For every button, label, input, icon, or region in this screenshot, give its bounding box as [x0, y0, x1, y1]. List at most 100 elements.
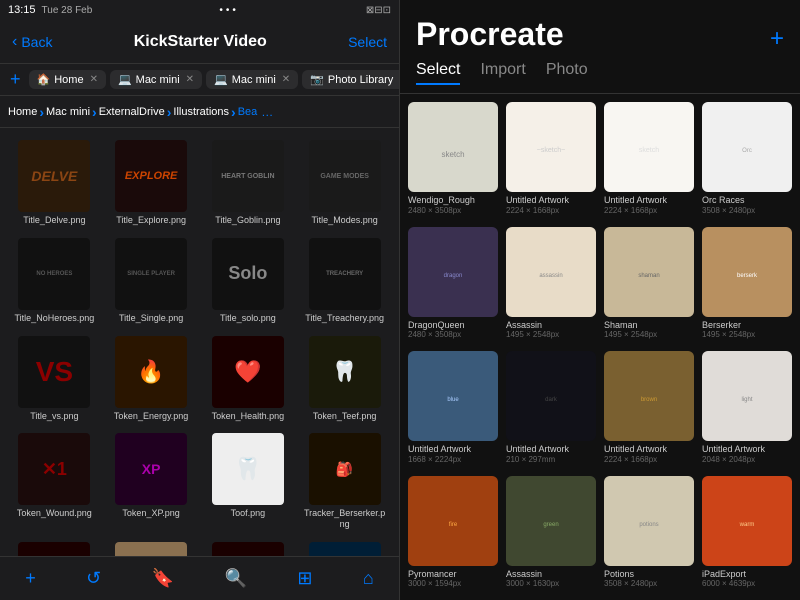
file-name: Title_Treachery.png — [305, 313, 384, 324]
artwork-item[interactable]: brown Untitled Artwork 2224 × 1668px — [604, 351, 694, 468]
list-item[interactable]: 🔥 Token_Energy.png — [105, 332, 198, 426]
tab-home[interactable]: 🏠 Home ✕ — [29, 70, 106, 89]
right-panel: Procreate + Select Import Photo sketch W… — [400, 0, 800, 600]
tab-photo[interactable]: Photo — [546, 61, 588, 85]
list-item[interactable]: 🦷 Toof.png — [202, 429, 295, 534]
breadcrumb-bea[interactable]: Bea — [238, 106, 258, 118]
list-item[interactable]: 🎒 Tracker_Berserker.png — [298, 429, 391, 534]
artwork-dims: 3508 × 2480px — [604, 579, 694, 588]
breadcrumb-overflow-icon: … — [261, 105, 273, 119]
list-item[interactable]: HEART GOBLIN Title_Goblin.png — [202, 136, 295, 230]
artwork-dims: 3000 × 1630px — [506, 579, 596, 588]
list-item[interactable]: 🗺️ WorldMap.png — [105, 538, 198, 556]
bookmark-button[interactable]: 🔖 — [144, 560, 182, 597]
artwork-item[interactable]: light Untitled Artwork 2048 × 2048px — [702, 351, 792, 468]
artwork-name: Orc Races — [702, 195, 792, 206]
list-item[interactable]: Solo Title_solo.png — [202, 234, 295, 328]
status-dots: ••• — [219, 5, 239, 16]
list-item[interactable]: DELVE Title_Delve.png — [8, 136, 101, 230]
mac-mini-1-label: Mac mini — [136, 74, 180, 86]
svg-text:light: light — [741, 397, 752, 403]
file-name: Title_Modes.png — [312, 215, 378, 226]
list-item[interactable]: NO HEROES Title_NoHeroes.png — [8, 234, 101, 328]
procreate-add-button[interactable]: + — [770, 25, 784, 53]
svg-text:warm: warm — [739, 522, 755, 528]
refresh-button[interactable]: ↺ — [78, 560, 109, 597]
svg-text:assassin: assassin — [539, 273, 562, 279]
home-button[interactable]: ⌂ — [355, 560, 382, 597]
tab-select[interactable]: Select — [416, 61, 460, 85]
list-item[interactable]: 🦷 Token_Teef.png — [298, 332, 391, 426]
artwork-dims: 3508 × 2480px — [702, 206, 792, 215]
artwork-item[interactable]: potions Potions 3508 × 2480px — [604, 476, 694, 593]
artwork-dims: 6000 × 4639px — [702, 579, 792, 588]
artwork-item[interactable]: assassin Assassin 1495 × 2548px — [506, 227, 596, 344]
tab-mac1-close-icon[interactable]: ✕ — [186, 74, 194, 85]
svg-text:fire: fire — [449, 522, 458, 528]
artwork-item[interactable]: fire Pyromancer 3000 × 1594px — [408, 476, 498, 593]
artwork-item[interactable]: warm iPadExport 6000 × 4639px — [702, 476, 792, 593]
artwork-item[interactable]: berserk Berserker 1495 × 2548px — [702, 227, 792, 344]
artwork-name: Shaman — [604, 320, 694, 331]
tab-mac-mini-1[interactable]: 💻 Mac mini ✕ — [110, 70, 202, 89]
list-item[interactable]: ❤️ Token_Health.png — [202, 332, 295, 426]
artwork-dims: 1495 × 2548px — [604, 330, 694, 339]
artwork-item[interactable]: green Assassin 3000 × 1630px — [506, 476, 596, 593]
procreate-grid: sketch Wendigo_Rough 2480 × 3508px ~sket… — [400, 94, 800, 600]
search-button[interactable]: 🔍 — [217, 560, 255, 597]
select-button[interactable]: Select — [348, 34, 387, 50]
artwork-item[interactable]: ~sketch~ Untitled Artwork 2224 × 1668px — [506, 102, 596, 219]
add-button[interactable]: + — [17, 560, 44, 597]
tab-add-button[interactable]: + — [6, 69, 25, 90]
list-item[interactable]: GAME MODES Title_Modes.png — [298, 136, 391, 230]
tab-mac2-close-icon[interactable]: ✕ — [282, 74, 290, 85]
list-item[interactable]: SINGLE PLAYER Title_Single.png — [105, 234, 198, 328]
list-item[interactable]: Ps Box Art.psd — [298, 538, 391, 556]
artwork-name: Potions — [604, 569, 694, 580]
artwork-item[interactable]: dragon DragonQueen 2480 × 3508px — [408, 227, 498, 344]
svg-text:shaman: shaman — [638, 273, 659, 279]
file-name: Token_XP.png — [122, 508, 179, 519]
tab-home-close-icon[interactable]: ✕ — [90, 74, 98, 85]
list-item[interactable]: ✕1 Token_Wound.png — [8, 429, 101, 534]
artwork-item[interactable]: dark Untitled Artwork 210 × 297mm — [506, 351, 596, 468]
back-button[interactable]: ‹ Back — [12, 33, 52, 51]
file-name: Title_Goblin.png — [215, 215, 280, 226]
svg-text:brown: brown — [641, 397, 657, 403]
list-item[interactable]: 🃏 Tracker_Card.png — [8, 538, 101, 556]
tab-photo-library[interactable]: 📷 Photo Library ✕ — [302, 70, 399, 89]
artwork-name: Assassin — [506, 569, 596, 580]
artwork-name: Untitled Artwork — [408, 444, 498, 455]
svg-text:~sketch~: ~sketch~ — [537, 147, 565, 154]
list-button[interactable]: ⊞ — [289, 560, 320, 597]
file-name: Tracker_Berserker.png — [302, 508, 387, 530]
left-panel: 13:15 Tue 28 Feb ••• ⊠⊟⊡ ‹ Back KickStar… — [0, 0, 400, 600]
tab-import[interactable]: Import — [480, 61, 525, 85]
mac-mini-1-icon: 💻 — [118, 73, 132, 86]
file-name: Token_Health.png — [212, 411, 285, 422]
artwork-item[interactable]: sketch Wendigo_Rough 2480 × 3508px — [408, 102, 498, 219]
artwork-dims: 2224 × 1668px — [604, 455, 694, 464]
artwork-item[interactable]: shaman Shaman 1495 × 2548px — [604, 227, 694, 344]
file-name: Title_Explore.png — [116, 215, 186, 226]
artwork-item[interactable]: blue Untitled Artwork 1668 × 2224px — [408, 351, 498, 468]
artwork-item[interactable]: Orc Orc Races 3508 × 2480px — [702, 102, 792, 219]
artwork-dims: 2480 × 3508px — [408, 206, 498, 215]
breadcrumb-illustrations[interactable]: Illustrations — [173, 106, 229, 118]
list-item[interactable]: ⚡ Wound.png — [202, 538, 295, 556]
breadcrumb-external[interactable]: ExternalDrive — [99, 106, 165, 118]
status-date: Tue 28 Feb — [42, 5, 93, 16]
list-item[interactable]: XP Token_XP.png — [105, 429, 198, 534]
photo-library-icon: 📷 — [310, 73, 324, 86]
photo-library-label: Photo Library — [328, 74, 393, 86]
tab-mac-mini-2[interactable]: 💻 Mac mini ✕ — [206, 70, 298, 89]
status-bar: 13:15 Tue 28 Feb ••• ⊠⊟⊡ — [0, 0, 399, 20]
file-name: Title_vs.png — [30, 411, 78, 422]
breadcrumb-home[interactable]: Home — [8, 106, 37, 118]
list-item[interactable]: TREACHERY Title_Treachery.png — [298, 234, 391, 328]
breadcrumb-macmini[interactable]: Mac mini — [46, 106, 90, 118]
artwork-name: iPadExport — [702, 569, 792, 580]
artwork-item[interactable]: sketch Untitled Artwork 2224 × 1668px — [604, 102, 694, 219]
list-item[interactable]: VS Title_vs.png — [8, 332, 101, 426]
list-item[interactable]: EXPLORE Title_Explore.png — [105, 136, 198, 230]
